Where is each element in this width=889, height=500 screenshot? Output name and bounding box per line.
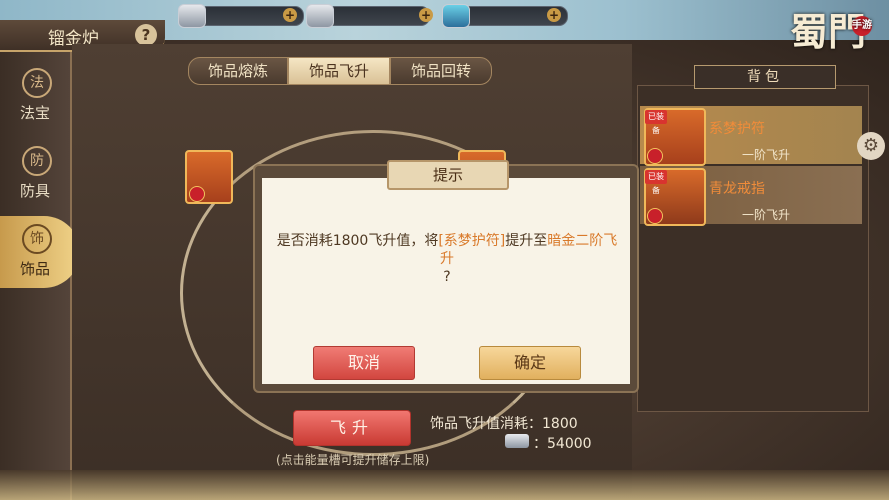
cancel-button[interactable]: 取消 — [313, 346, 415, 380]
dialog-title: 提示 — [387, 160, 509, 190]
gear-icon[interactable]: ⚙ — [857, 132, 885, 160]
silver-ingot-icon — [505, 434, 529, 448]
lock-icon — [647, 148, 663, 164]
ascend-cost: 饰品飞升值消耗：1800 — [430, 416, 578, 432]
add-crystal-button[interactable]: + — [547, 8, 561, 22]
lock-ingot-icon — [306, 4, 334, 28]
sidebar-item-accessory[interactable]: 饰 饰品 — [0, 218, 70, 288]
bag-item-level: 一阶飞升 — [742, 208, 791, 222]
accessory-icon: 饰 — [22, 224, 52, 254]
dialog-message-prefix: 是否消耗1800飞升值，将 — [276, 233, 439, 249]
bottom-decoration — [0, 470, 889, 500]
sidebar-item-fabao[interactable]: 法 法宝 — [0, 62, 70, 132]
bag-item-name: 青龙戒指 — [709, 181, 765, 197]
sidebar-item-armor[interactable]: 防 防具 — [0, 140, 70, 210]
tab-smelt[interactable]: 饰品熔炼 — [188, 57, 288, 85]
source-item-slot[interactable] — [185, 150, 233, 204]
crystal-icon — [442, 4, 470, 28]
dialog-message: 是否消耗1800飞升值，将[系梦护符]提升至暗金二阶飞升 ? — [272, 232, 622, 286]
equipped-badge: 已装备 — [645, 170, 667, 195]
help-button[interactable]: ? — [135, 24, 157, 46]
sidebar-item-label: 饰品 — [19, 260, 50, 278]
add-bound-silver-button[interactable]: + — [419, 8, 433, 22]
bag-item-level: 一阶飞升 — [742, 148, 791, 162]
logo-sub: 手游 — [852, 16, 872, 36]
silver-cost: ：54000 — [533, 436, 592, 452]
dialog-item-name: [系梦护符] — [438, 233, 506, 249]
hint-text: (点击能量槽可提升储存上限) — [276, 453, 430, 467]
lock-icon — [647, 208, 663, 224]
sidebar-item-label: 防具 — [19, 182, 50, 200]
sidebar-item-label: 法宝 — [19, 104, 50, 122]
equipped-badge: 已装备 — [645, 110, 667, 135]
dialog-message-end: ? — [443, 269, 451, 285]
currency-bar-bound-silver — [318, 6, 430, 26]
tab-ascend[interactable]: 饰品飞升 — [288, 57, 390, 85]
add-silver-button[interactable]: + — [283, 8, 297, 22]
dialog-message-mid: 提升至 — [505, 233, 548, 249]
fabao-icon: 法 — [22, 68, 52, 98]
armor-icon: 防 — [22, 146, 52, 176]
tab-revert[interactable]: 饰品回转 — [390, 57, 492, 85]
lock-icon — [189, 186, 205, 202]
silver-ingot-icon — [178, 4, 206, 28]
bag-item-name: 系梦护符 — [709, 121, 765, 137]
ascend-button[interactable]: 飞升 — [293, 410, 411, 446]
confirm-button[interactable]: 确定 — [479, 346, 581, 380]
game-logo: 蜀門 手游 — [790, 12, 885, 92]
